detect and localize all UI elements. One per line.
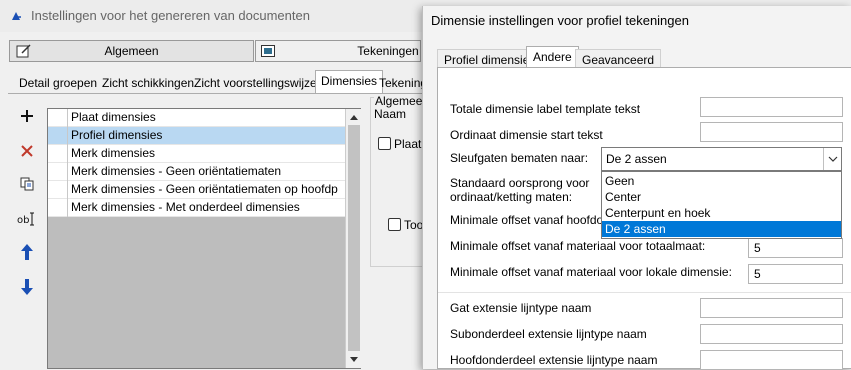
ordinaat-start-input[interactable] [700,122,843,142]
list-item-label: Plaat dimensies [71,110,156,124]
tab-andere[interactable]: Andere [526,46,579,69]
tab-dimensies[interactable]: Dimensies [315,70,384,93]
copy-button[interactable] [15,172,39,196]
label-totale-dimensie: Totale dimensie label template tekst [450,102,641,116]
delete-button[interactable] [15,139,39,163]
tab-tekeningen[interactable]: Tekeningen [255,40,421,62]
combobox-dropdown-button[interactable] [823,148,841,170]
label-min-offset-lokaal: Minimale offset vanaf materiaal voor lok… [450,265,732,279]
list-item-label: Merk dimensies - Geen oriëntatiematen [71,164,282,178]
gat-extensie-input[interactable] [700,298,843,318]
drawing-icon [261,45,275,57]
app-logo-icon [12,12,21,20]
panel-separator [438,292,851,293]
sleufgaten-combobox[interactable]: De 2 assen [601,147,842,171]
dropdown-option-de-2-assen[interactable]: De 2 assen [602,221,841,237]
arrow-up-icon [21,244,33,260]
label-ordinaat-start: Ordinaat dimensie start tekst [450,128,603,142]
label-naam: Naam [374,107,407,121]
list-item[interactable]: Merk dimensies - Geen oriëntatiematen op… [48,181,345,199]
checkbox-too[interactable] [388,218,401,231]
chevron-down-icon [828,156,837,162]
checkbox-plaat-label: Plaat [394,137,422,151]
label-gat-extensie: Gat extensie lijntype naam [450,301,592,315]
scroll-up-icon[interactable] [349,113,359,121]
label-min-offset-hoofd: Minimale offset vanaf hoofdonde [450,213,624,227]
sleufgaten-dropdown-list[interactable]: Geen Center Centerpunt en hoek De 2 asse… [601,171,842,239]
combobox-value: De 2 assen [606,152,667,166]
checkbox-too-label: Too [404,218,424,232]
subonderdeel-extensie-input[interactable] [700,324,843,344]
tab-zicht-schikkingen[interactable]: Zicht schikkingen [97,73,199,93]
dropdown-option-geen[interactable]: Geen [602,173,841,189]
hoofdonderdeel-extensie-input[interactable] [700,350,843,370]
row-checkbox-cell[interactable] [48,127,68,145]
rename-icon: ob [17,212,34,226]
list-item[interactable]: Merk dimensies - Met onderdeel dimensies [48,199,345,217]
min-offset-totaal-input[interactable]: 5 [748,238,843,258]
list-item[interactable]: Plaat dimensies [48,109,345,127]
dropdown-option-center[interactable]: Center [602,189,841,205]
move-down-button[interactable] [15,275,39,299]
min-offset-lokaal-input[interactable]: 5 [748,264,843,284]
list-item[interactable]: Profiel dimensies [48,127,345,145]
row-checkbox-cell[interactable] [48,181,68,199]
rename-button[interactable]: ob [15,207,39,231]
list-item-label: Profiel dimensies [71,128,163,142]
list-item[interactable]: Merk dimensies - Geen oriëntatiematen [48,163,345,181]
row-checkbox-cell[interactable] [48,145,68,163]
label-standaard-oorsprong-2: ordinaat/ketting maten: [450,190,573,204]
general-group-box [370,97,422,267]
row-checkbox-cell[interactable] [48,109,68,127]
edit-form-icon [16,44,31,58]
label-sleufgaten: Sleufgaten bematen naar: [450,151,589,165]
dimension-settings-dialog: Dimensie instellingen voor profiel teken… [422,6,851,370]
tab-zicht-voorstellingswijzes[interactable]: Zicht voorstellingswijzes [189,73,328,93]
svg-text:ob: ob [17,215,29,226]
group-label-algemeen: Algemee [374,94,424,108]
dimension-list[interactable]: Plaat dimensies Profiel dimensies Merk d… [47,108,361,369]
tab-tekeningen-label: Tekeningen [357,44,419,58]
label-min-offset-totaal: Minimale offset vanaf materiaal voor tot… [450,239,706,253]
tab-algemeen-label: Algemeen [104,44,159,58]
list-item-label: Merk dimensies - Met onderdeel dimensies [71,200,300,214]
label-standaard-oorsprong-1: Standaard oorsprong voor [450,176,590,190]
tab-detail-groepen[interactable]: Detail groepen [14,73,102,93]
totale-dimensie-input[interactable] [700,97,843,117]
scroll-down-icon[interactable] [349,356,359,364]
copy-icon [20,177,34,191]
row-checkbox-cell[interactable] [48,199,68,217]
add-button[interactable] [15,104,39,128]
move-up-button[interactable] [15,240,39,264]
row-checkbox-cell[interactable] [48,163,68,181]
dialog-title: Dimensie instellingen voor profiel teken… [431,13,689,28]
list-item[interactable]: Merk dimensies [48,145,345,163]
list-item-label: Merk dimensies - Geen oriëntatiematen op… [71,182,338,196]
scroll-thumb[interactable] [348,125,360,351]
tab-divider [8,93,422,94]
delete-x-icon [21,145,33,157]
dropdown-option-centerpunt-en-hoek[interactable]: Centerpunt en hoek [602,205,841,221]
checkbox-plaat[interactable] [378,137,391,150]
list-scrollbar[interactable] [345,109,361,368]
tab-geavanceerd[interactable]: Geavanceerd [575,49,662,69]
label-subonderdeel-extensie: Subonderdeel extensie lijntype naam [450,327,647,341]
plus-icon [21,110,33,122]
arrow-down-icon [21,279,33,295]
label-hoofdonderdeel-extensie: Hoofdonderdeel extensie lijntype naam [450,353,658,367]
tab-algemeen[interactable]: Algemeen [9,40,254,62]
list-item-label: Merk dimensies [71,146,156,160]
